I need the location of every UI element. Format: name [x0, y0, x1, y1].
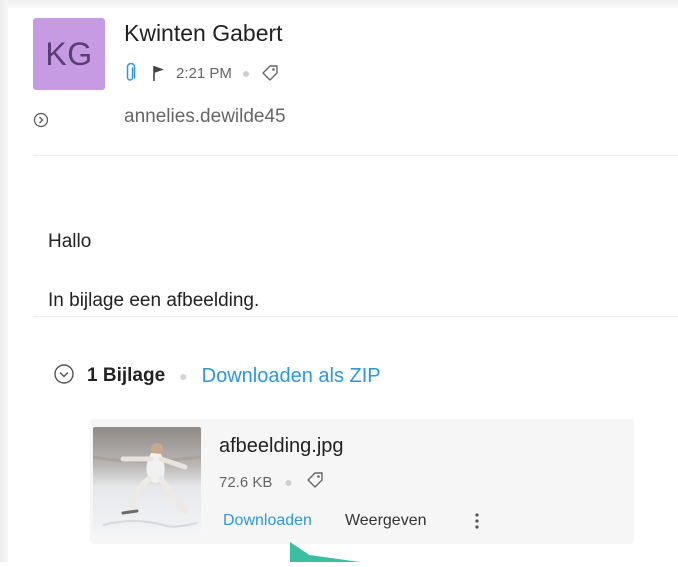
separator-dot: ● [241, 65, 251, 81]
sender-name[interactable]: Kwinten Gabert [124, 20, 283, 47]
separator-dot: ● [284, 474, 293, 490]
recipient-address[interactable]: annelies.dewilde45 [124, 106, 286, 128]
chevron-down-circle-icon[interactable] [53, 363, 75, 390]
expand-details-icon[interactable] [33, 112, 49, 133]
separator-dot: ● [179, 368, 188, 384]
attachment-count: 1 Bijlage [87, 365, 166, 386]
attachment-thumbnail[interactable] [93, 427, 201, 535]
attachment-meta: 72.6 KB ● [219, 471, 325, 493]
window-left-shadow [0, 0, 8, 562]
attachment-actions: Downloaden Weergeven [223, 509, 480, 533]
sender-avatar: KG [33, 18, 105, 90]
attachment-filename: afbeelding.jpg [219, 435, 344, 457]
attachment-size: 72.6 KB [219, 473, 273, 491]
download-zip-link[interactable]: Downloaden als ZIP [202, 365, 381, 388]
attachments-header: 1 Bijlage ● Downloaden als ZIP [53, 362, 381, 390]
arrow-pointer [250, 540, 390, 567]
tag-icon[interactable] [305, 470, 325, 494]
window-top-shadow [0, 0, 678, 8]
email-body-text: In bijlage een afbeelding. [48, 290, 260, 311]
download-attachment-button[interactable]: Downloaden [223, 512, 312, 530]
paperclip-icon [124, 63, 136, 83]
attachment-card: afbeelding.jpg 72.6 KB ● Downloaden Weer… [90, 419, 634, 544]
header-divider [33, 155, 678, 156]
flag-icon[interactable] [152, 64, 166, 82]
email-greeting: Hallo [48, 231, 92, 252]
more-vertical-icon[interactable] [474, 512, 480, 530]
email-time: 2:21 PM [176, 64, 232, 82]
view-attachment-button[interactable]: Weergeven [345, 512, 427, 530]
avatar-initials: KG [45, 35, 93, 72]
tag-icon[interactable] [260, 63, 280, 83]
email-meta: 2:21 PM ● [124, 60, 280, 86]
body-divider [33, 316, 678, 317]
